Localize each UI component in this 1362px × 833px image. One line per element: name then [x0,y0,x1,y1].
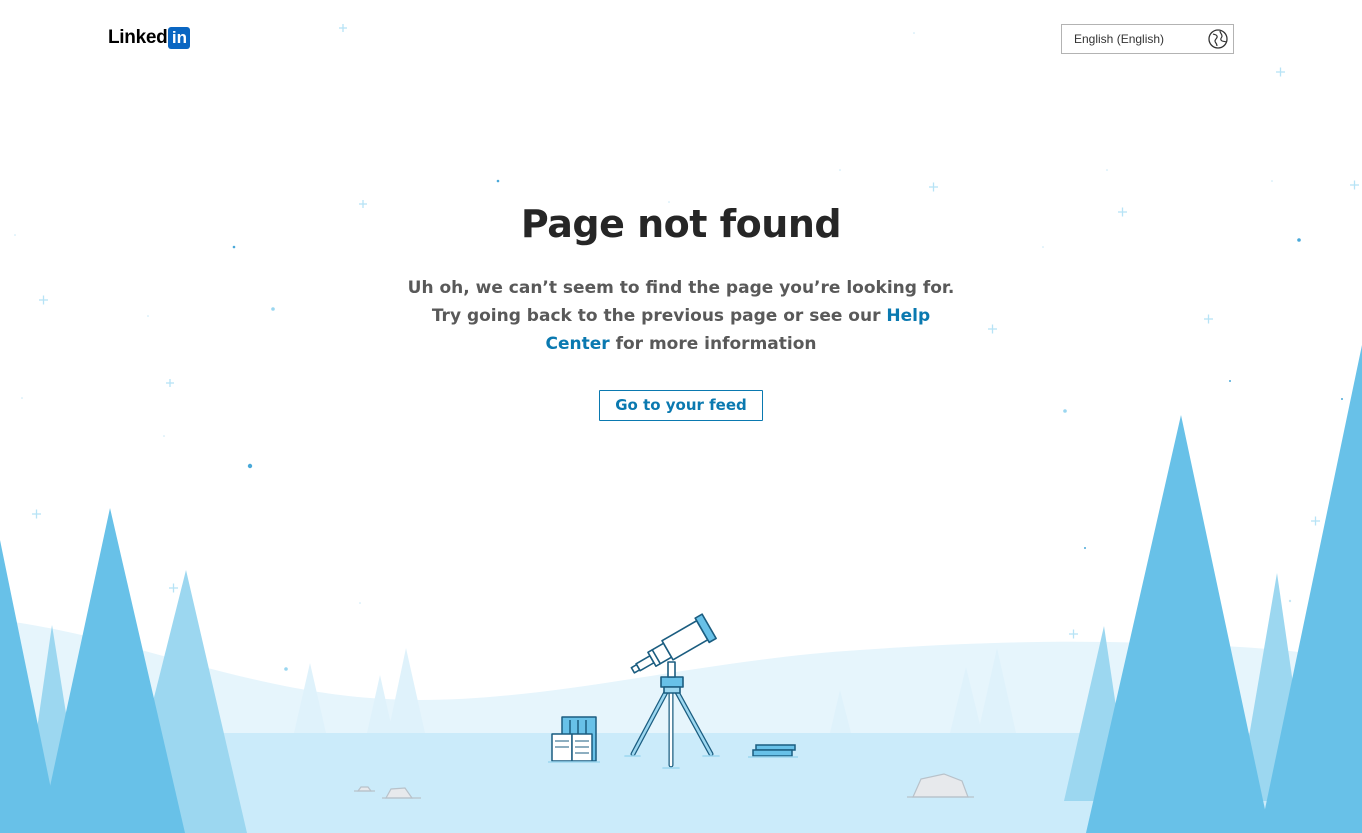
language-select[interactable]: English (English) [1061,24,1234,54]
go-to-feed-button[interactable]: Go to your feed [599,390,763,421]
description-text: Uh oh, we can’t seem to find the page yo… [407,278,955,326]
language-select-value: English (English) [1074,32,1165,46]
logo-wordmark: Linked [108,27,168,48]
tree-icon [1064,345,1362,833]
description-text-end: for more information [609,334,817,354]
books-icon [748,744,798,758]
error-description: Uh oh, we can’t seem to find the page yo… [401,274,961,358]
linkedin-logo[interactable]: Linked in [108,27,191,49]
globe-icon [1208,29,1228,49]
logo-in-box: in [168,27,191,49]
page-title: Page not found [520,202,842,246]
page-not-found: Linked in English (English) Page not fou… [0,0,1362,833]
error-content: Page not found Uh oh, we can’t seem to f… [381,198,981,421]
